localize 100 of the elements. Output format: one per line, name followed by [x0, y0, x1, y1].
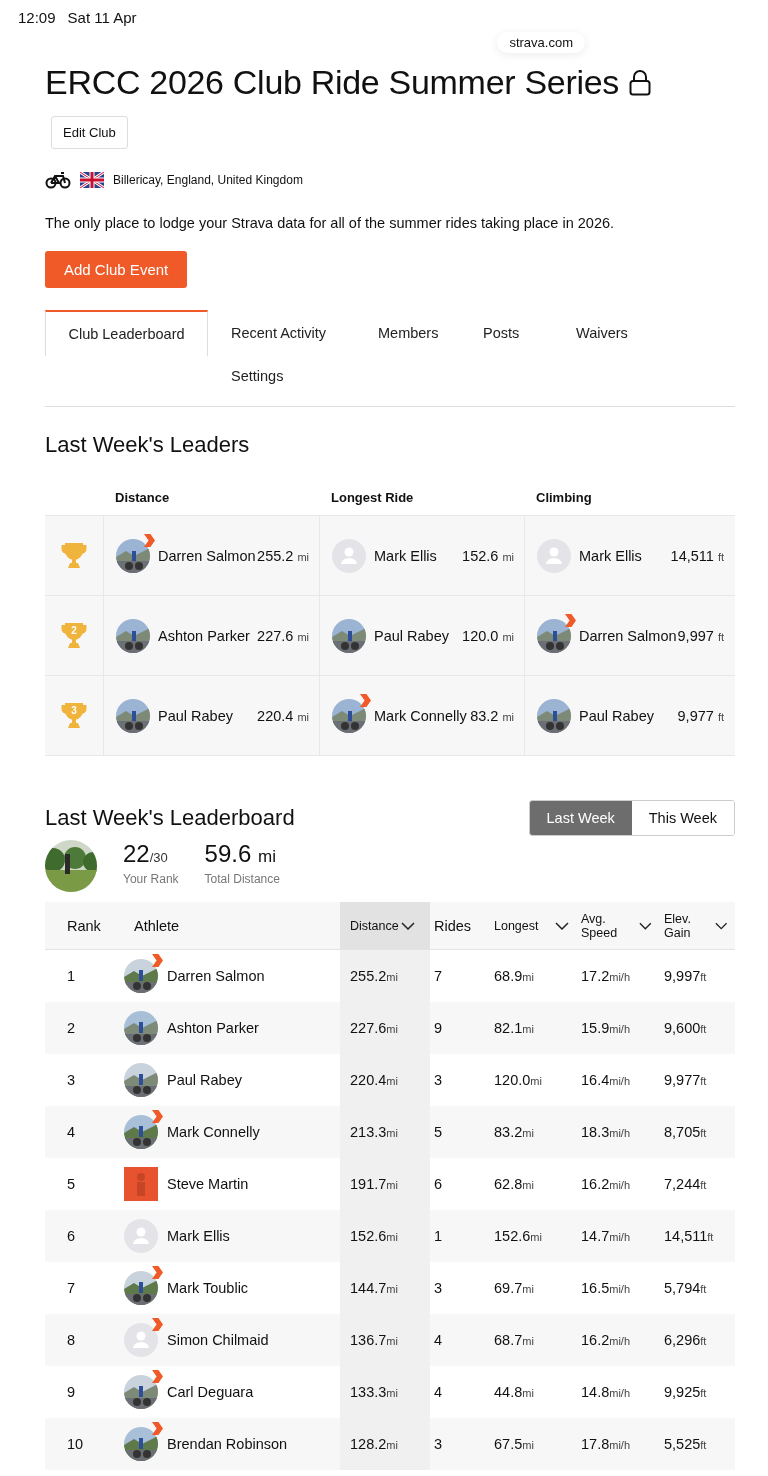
tab[interactable]: Recent Activity — [208, 310, 355, 356]
url-pill[interactable]: strava.com — [497, 32, 585, 53]
column-label: Rank — [67, 917, 101, 934]
rank-cell: 6 — [67, 1228, 76, 1244]
table-cell: 7,244ft — [664, 1176, 707, 1192]
table-cell: 14.7mi/h — [581, 1228, 630, 1244]
column-header[interactable]: Elev. Gain — [660, 902, 735, 950]
rank-cell: 5 — [67, 1176, 76, 1192]
stat-value: 120.0 mi — [462, 627, 514, 644]
table-cell: 136.7mi — [350, 1332, 398, 1348]
rank-cell: 1 — [67, 968, 76, 984]
athlete-name[interactable]: Mark Connelly — [167, 1124, 260, 1140]
table-cell: 152.6mi — [494, 1228, 542, 1244]
rank-cell: 9 — [67, 1384, 76, 1400]
trophy-icon — [61, 701, 87, 730]
stat-value: 227.6 mi — [257, 627, 309, 644]
table-cell: 144.7mi — [350, 1280, 398, 1296]
athlete-name[interactable]: Ashton Parker — [167, 1020, 259, 1036]
lock-icon — [629, 69, 651, 96]
table-cell: 18.3mi/h — [581, 1124, 630, 1140]
table-cell: 3 — [434, 1280, 443, 1296]
tab[interactable]: Members — [355, 310, 460, 356]
club-title: ERCC 2026 Club Ride Summer Series — [45, 63, 619, 102]
distance-value: 59.6 mi — [204, 840, 276, 867]
rank-label: Your Rank — [123, 872, 179, 886]
column-header[interactable]: Distance — [340, 902, 430, 950]
table-cell: 5,525ft — [664, 1436, 707, 1452]
tab[interactable]: Posts — [460, 310, 553, 356]
column-label: Longest — [494, 918, 539, 933]
athlete-name[interactable]: Steve Martin — [167, 1176, 249, 1192]
table-cell: 6,296ft — [664, 1332, 707, 1348]
tab[interactable]: Waivers — [553, 310, 653, 356]
athlete-name[interactable]: Paul Rabey — [158, 707, 233, 724]
rank-cell: 10 — [67, 1436, 84, 1452]
table-cell: 152.6mi — [350, 1228, 398, 1244]
stat-value: 14,511 ft — [670, 547, 724, 564]
table-cell: 9 — [434, 1020, 443, 1036]
rank-cell: 2 — [67, 1020, 76, 1036]
table-cell: 191.7mi — [350, 1176, 398, 1192]
athlete-name[interactable]: Mark Toublic — [167, 1280, 249, 1296]
stat-value: 9,977 ft — [677, 707, 724, 724]
badge-icon — [360, 693, 371, 707]
table-cell: 83.2mi — [494, 1124, 534, 1140]
table-cell: 220.4mi — [350, 1072, 398, 1088]
table-cell: 16.5mi/h — [581, 1280, 630, 1296]
period-toggle[interactable]: Last Week — [529, 801, 632, 835]
stat-value: 9,997 ft — [677, 627, 724, 644]
rank-cell: 8 — [67, 1332, 76, 1348]
table-cell: 17.2mi/h — [581, 968, 630, 984]
table-cell: 14.8mi/h — [581, 1384, 630, 1400]
table-cell: 3 — [434, 1072, 443, 1088]
chevron-down-icon[interactable] — [639, 921, 652, 930]
chevron-down-icon[interactable] — [555, 921, 569, 930]
table-cell: 9,977ft — [664, 1072, 707, 1088]
table-cell: 16.2mi/h — [581, 1176, 630, 1192]
athlete-name[interactable]: Mark Ellis — [579, 547, 642, 564]
club-location: Billericay, England, United Kingdom — [113, 173, 303, 187]
badge-icon — [144, 533, 155, 547]
table-cell: 8,705ft — [664, 1124, 707, 1140]
section-title: Last Week's Leaders — [45, 432, 251, 458]
athlete-name[interactable]: Darren Salmon — [158, 547, 256, 564]
flag-icon — [80, 172, 104, 188]
athlete-name[interactable]: Mark Connelly — [374, 707, 467, 724]
table-cell: 16.4mi/h — [581, 1072, 630, 1088]
edit-club-button[interactable]: Edit Club — [51, 116, 128, 149]
stat-value: 152.6 mi — [462, 547, 514, 564]
distance-label: Total Distance — [204, 872, 280, 886]
bicycle-icon — [45, 171, 71, 189]
badge-icon — [152, 1422, 163, 1435]
tab[interactable]: Settings — [208, 356, 355, 396]
badge-icon — [152, 954, 163, 967]
column-header[interactable]: Avg. Speed — [577, 902, 660, 950]
table-cell: 133.3mi — [350, 1384, 398, 1400]
athlete-name[interactable]: Paul Rabey — [579, 707, 654, 724]
athlete-name[interactable]: Carl Deguara — [167, 1384, 254, 1400]
badge-icon — [152, 1266, 163, 1279]
rank-value: 22/30 — [123, 840, 168, 867]
athlete-name[interactable]: Paul Rabey — [167, 1072, 242, 1088]
rank-cell: 4 — [67, 1124, 76, 1140]
athlete-name[interactable]: Mark Ellis — [167, 1228, 230, 1244]
athlete-name[interactable]: Simon Chilmaid — [167, 1332, 269, 1348]
athlete-name[interactable]: Ashton Parker — [158, 627, 250, 644]
chevron-down-icon[interactable] — [714, 921, 727, 930]
athlete-name[interactable]: Paul Rabey — [374, 627, 449, 644]
badge-icon — [152, 1370, 163, 1383]
table-cell: 4 — [434, 1332, 443, 1348]
table-cell: 15.9mi/h — [581, 1020, 630, 1036]
tab[interactable]: Club Leaderboard — [45, 310, 208, 356]
athlete-name[interactable]: Brendan Robinson — [167, 1436, 288, 1452]
chevron-down-icon[interactable] — [400, 921, 415, 930]
table-cell: 3 — [434, 1436, 443, 1452]
athlete-name[interactable]: Darren Salmon — [579, 627, 677, 644]
table-cell: 5 — [434, 1124, 443, 1140]
table-cell: 16.2mi/h — [581, 1332, 630, 1348]
column-label: Distance — [350, 918, 399, 933]
column-header[interactable]: Longest — [490, 902, 577, 950]
club-description: The only place to lodge your Strava data for all of the summer rides taking place in 2026. — [45, 215, 616, 231]
table-cell: 9,997ft — [664, 968, 707, 984]
athlete-name[interactable]: Darren Salmon — [167, 968, 265, 984]
athlete-name[interactable]: Mark Ellis — [374, 547, 437, 564]
